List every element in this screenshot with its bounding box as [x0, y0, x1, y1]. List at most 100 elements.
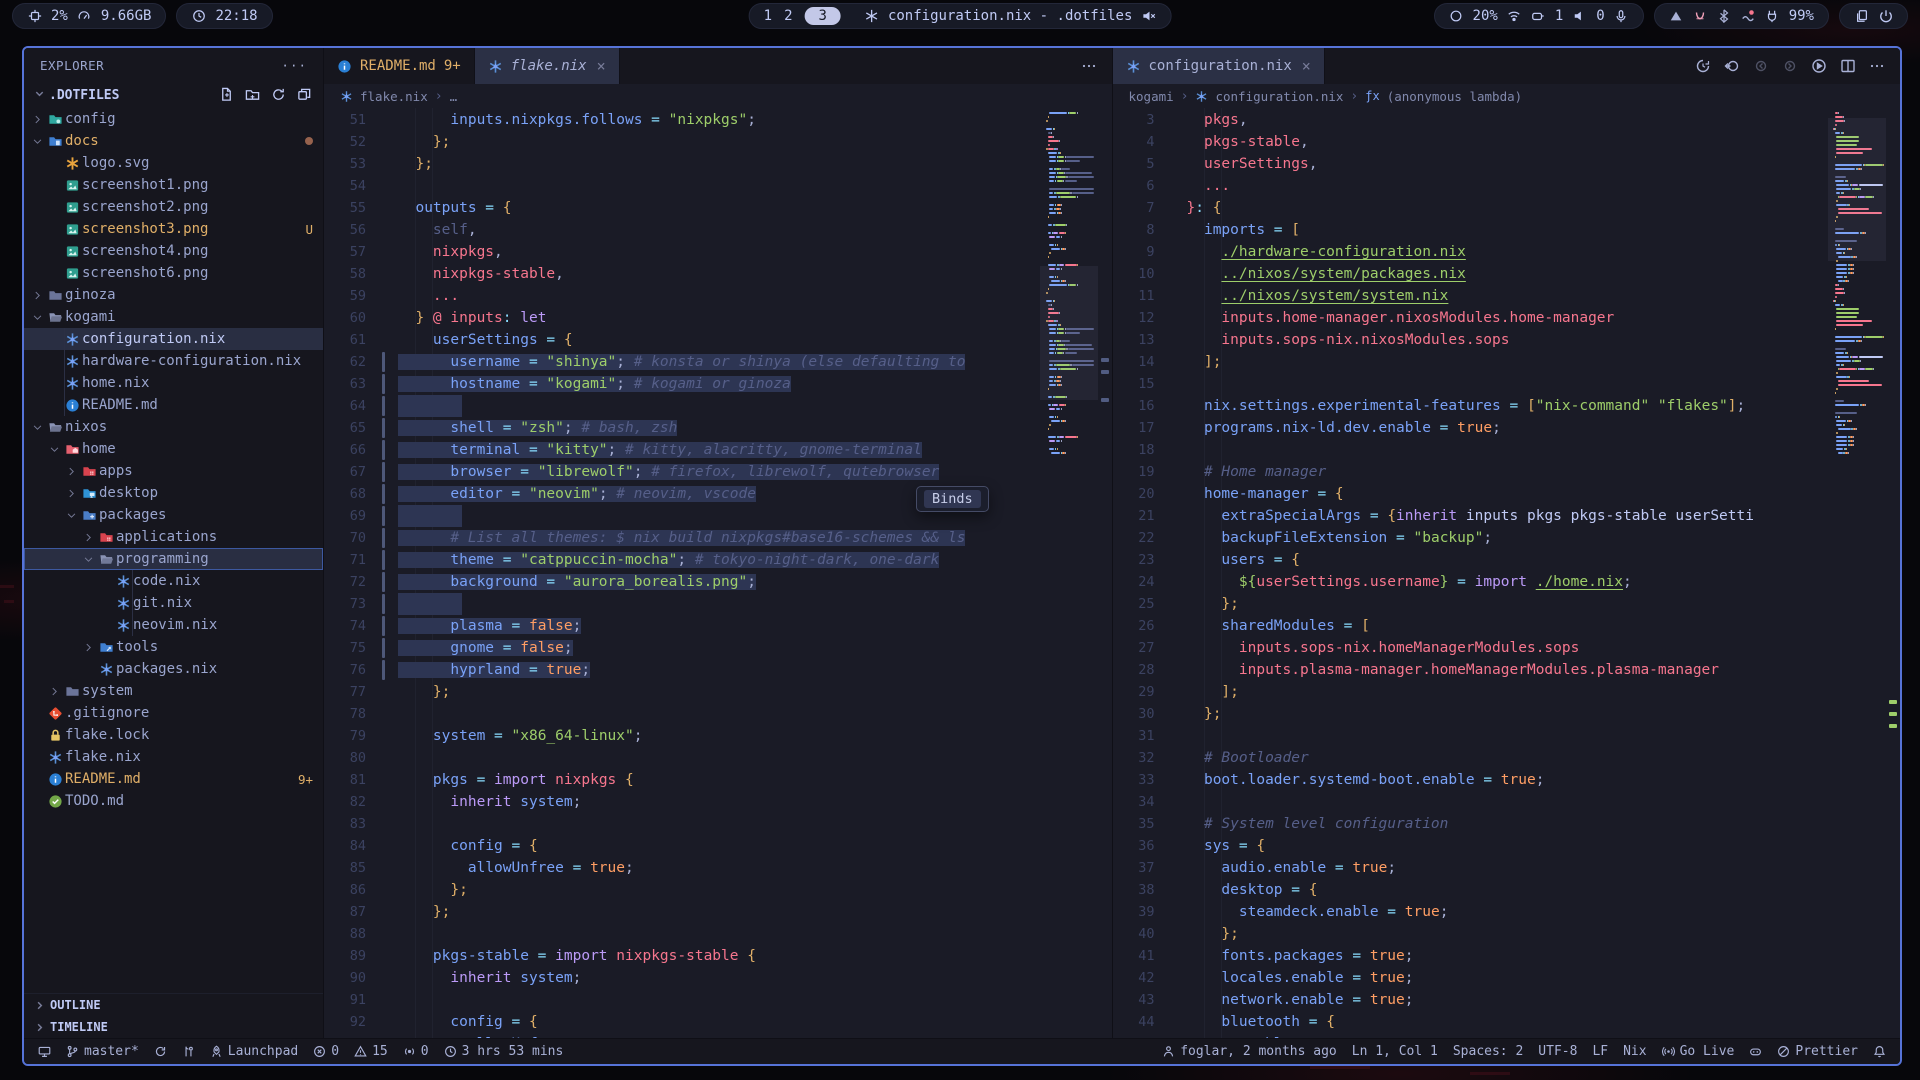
code-line-63[interactable]: 63 hostname = "kogami"; # kogami or gino…	[324, 373, 1112, 395]
code-line-57[interactable]: 57 nixpkgs,	[324, 241, 1112, 263]
code-line-44[interactable]: 44 bluetooth = {	[1113, 1011, 1901, 1033]
tree-item-configuration-nix[interactable]: configuration.nix	[24, 328, 323, 350]
code-line-31[interactable]: 31	[1113, 725, 1901, 747]
code-line-34[interactable]: 34	[1113, 791, 1901, 813]
code-line-80[interactable]: 80	[324, 747, 1112, 769]
tree-item-tools[interactable]: tools	[24, 636, 323, 658]
status-remote-indicator[interactable]	[38, 1045, 51, 1058]
code-line-66[interactable]: 66 terminal = "kitty"; # kitty, alacritt…	[324, 439, 1112, 461]
code-line-16[interactable]: 16 nix.settings.experimental-features = …	[1113, 395, 1901, 417]
new-folder-icon[interactable]	[245, 87, 261, 103]
close-icon[interactable]: ×	[597, 57, 606, 75]
code-line-12[interactable]: 12 inputs.home-manager.nixosModules.home…	[1113, 307, 1901, 329]
clock-module[interactable]: 22:18	[176, 3, 272, 29]
tree-item-desktop[interactable]: desktop	[24, 482, 323, 504]
tree-item-system[interactable]: system	[24, 680, 323, 702]
code-line-68[interactable]: 68 editor = "neovim"; # neovim, vscode	[324, 483, 1112, 505]
code-line-91[interactable]: 91	[324, 989, 1112, 1011]
tree-item-hardware-configuration-nix[interactable]: hardware-configuration.nix	[24, 350, 323, 372]
code-line-93[interactable]: 93 allowUnfree = true;	[324, 1033, 1112, 1038]
code-line-9[interactable]: 9 ./hardware-configuration.nix	[1113, 241, 1901, 263]
code-line-42[interactable]: 42 locales.enable = true;	[1113, 967, 1901, 989]
code-line-40[interactable]: 40 };	[1113, 923, 1901, 945]
breadcrumb-item[interactable]: …	[450, 89, 458, 104]
code-line-43[interactable]: 43 network.enable = true;	[1113, 989, 1901, 1011]
tree-item-flake-nix[interactable]: flake.nix	[24, 746, 323, 768]
status-compare-changes[interactable]	[182, 1045, 195, 1058]
tree-item--gitignore[interactable]: .gitignore	[24, 702, 323, 724]
tree-item-ginoza[interactable]: ginoza	[24, 284, 323, 306]
code-line-37[interactable]: 37 audio.enable = true;	[1113, 857, 1901, 879]
status-cursor-position[interactable]: Ln 1, Col 1	[1352, 1044, 1438, 1059]
status-encoding[interactable]: UTF-8	[1538, 1044, 1577, 1059]
minimap-slider[interactable]	[1040, 266, 1098, 400]
minimap[interactable]	[1040, 108, 1098, 1038]
code-line-10[interactable]: 10 ../nixos/system/packages.nix	[1113, 263, 1901, 285]
timeline-section[interactable]: TIMELINE	[24, 1016, 323, 1038]
code-line-22[interactable]: 22 backupFileExtension = "backup";	[1113, 527, 1901, 549]
code-line-21[interactable]: 21 extraSpecialArgs = {inherit inputs pk…	[1113, 505, 1901, 527]
power-icon[interactable]	[1878, 9, 1893, 24]
status-ports-count[interactable]: 0	[403, 1044, 429, 1059]
code-line-71[interactable]: 71 theme = "catppuccin-mocha"; # tokyo-n…	[324, 549, 1112, 571]
code-line-67[interactable]: 67 browser = "librewolf"; # firefox, lib…	[324, 461, 1112, 483]
tree-item-nixos[interactable]: nixos	[24, 416, 323, 438]
status-coding-time[interactable]: 3 hrs 53 mins	[444, 1044, 564, 1059]
code-line-33[interactable]: 33 boot.loader.systemd-boot.enable = tru…	[1113, 769, 1901, 791]
code-line-58[interactable]: 58 nixpkgs-stable,	[324, 263, 1112, 285]
tree-item-git-nix[interactable]: git.nix	[24, 592, 323, 614]
code-line-76[interactable]: 76 hyprland = true;	[324, 659, 1112, 681]
code-line-72[interactable]: 72 background = "aurora_borealis.png";	[324, 571, 1112, 593]
code-line-24[interactable]: 24 ${userSettings.username} = import ./h…	[1113, 571, 1901, 593]
system-tray-module[interactable]: 99%	[1654, 3, 1829, 29]
code-line-30[interactable]: 30 };	[1113, 703, 1901, 725]
code-line-4[interactable]: 4 pkgs-stable,	[1113, 131, 1901, 153]
notification-dot-icon[interactable]	[1741, 9, 1756, 24]
code-line-27[interactable]: 27 inputs.sops-nix.homeManagerModules.so…	[1113, 637, 1901, 659]
breadcrumb-right[interactable]: kogami›configuration.nix›ƒx(anonymous la…	[1113, 84, 1901, 108]
code-line-25[interactable]: 25 };	[1113, 593, 1901, 615]
code-line-36[interactable]: 36 sys = {	[1113, 835, 1901, 857]
collapse-folders-icon[interactable]	[297, 87, 313, 103]
tree-item-config[interactable]: config	[24, 108, 323, 130]
tree-item-neovim-nix[interactable]: neovim.nix	[24, 614, 323, 636]
tab-flake-nix[interactable]: flake.nix×	[475, 48, 620, 84]
close-icon[interactable]: ×	[1302, 57, 1311, 75]
tree-item-home[interactable]: home	[24, 438, 323, 460]
workspace-root-row[interactable]: .DOTFILES	[24, 82, 323, 108]
code-line-28[interactable]: 28 inputs.plasma-manager.homeManagerModu…	[1113, 659, 1901, 681]
code-line-35[interactable]: 35 # System level configuration	[1113, 813, 1901, 835]
code-line-62[interactable]: 62 username = "shinya"; # konsta or shin…	[324, 351, 1112, 373]
tree-item-docs[interactable]: docs	[24, 130, 323, 152]
code-line-60[interactable]: 60 } @ inputs: let	[324, 307, 1112, 329]
minimap[interactable]	[1828, 108, 1886, 1038]
tab-configuration-nix[interactable]: configuration.nix×	[1113, 48, 1325, 84]
code-line-90[interactable]: 90 inherit system;	[324, 967, 1112, 989]
status-launchpad[interactable]: Launchpad	[210, 1044, 298, 1059]
code-line-64[interactable]: 64	[324, 395, 1112, 417]
code-line-55[interactable]: 55 outputs = {	[324, 197, 1112, 219]
code-line-8[interactable]: 8 imports = [	[1113, 219, 1901, 241]
code-line-52[interactable]: 52 };	[324, 131, 1112, 153]
status-notifications[interactable]	[1873, 1045, 1886, 1058]
breadcrumb-item[interactable]: configuration.nix	[1215, 89, 1343, 104]
code-line-84[interactable]: 84 config = {	[324, 835, 1112, 857]
code-line-89[interactable]: 89 pkgs-stable = import nixpkgs-stable {	[324, 945, 1112, 967]
code-line-29[interactable]: 29 ];	[1113, 681, 1901, 703]
code-line-73[interactable]: 73	[324, 593, 1112, 615]
code-line-87[interactable]: 87 };	[324, 901, 1112, 923]
next-change-icon[interactable]	[1782, 58, 1799, 75]
tree-item-screenshot1-png[interactable]: screenshot1.png	[24, 174, 323, 196]
overview-ruler[interactable]	[1886, 108, 1900, 1038]
status-go-live[interactable]: Go Live	[1662, 1044, 1735, 1059]
breadcrumb-item[interactable]: kogami	[1129, 89, 1174, 104]
code-line-14[interactable]: 14 ];	[1113, 351, 1901, 373]
code-line-61[interactable]: 61 userSettings = {	[324, 329, 1112, 351]
outline-section[interactable]: OUTLINE	[24, 994, 323, 1016]
new-file-icon[interactable]	[219, 87, 235, 103]
paw-app-icon[interactable]	[1693, 9, 1708, 24]
status-eol[interactable]: LF	[1592, 1044, 1608, 1059]
tree-item-screenshot6-png[interactable]: screenshot6.png	[24, 262, 323, 284]
tree-item-home-nix[interactable]: home.nix	[24, 372, 323, 394]
code-line-77[interactable]: 77 };	[324, 681, 1112, 703]
